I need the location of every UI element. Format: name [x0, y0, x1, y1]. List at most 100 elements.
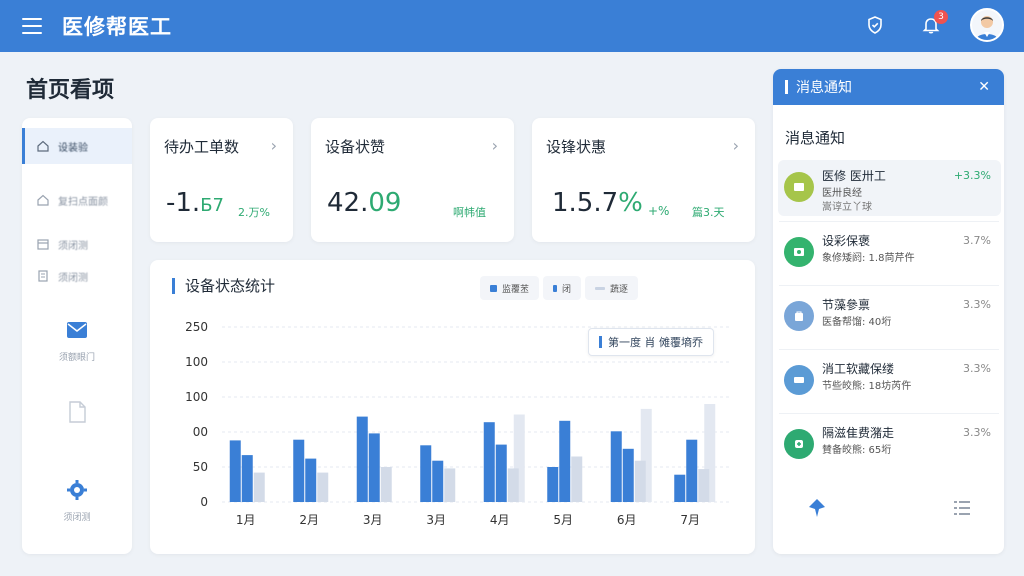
- sidebar-item-label: 设装验: [58, 142, 88, 154]
- chevron-right-icon[interactable]: ›: [271, 136, 277, 155]
- bar: [571, 456, 583, 502]
- notification-item[interactable]: 设彩保褒 象修矮阏: 1.8苘芹仵 3.7%: [778, 225, 1001, 281]
- bar-chart: 250 100 100 00 50 0 1月 2月 3月 3月 4月 5月 6月 7月: [185, 320, 730, 527]
- close-icon[interactable]: ✕: [978, 79, 990, 95]
- divider: [779, 285, 999, 286]
- calendar-icon: [37, 239, 49, 250]
- chevron-right-icon[interactable]: ›: [733, 136, 739, 155]
- kpi-sub: 2.万%: [238, 206, 270, 219]
- home-icon: [37, 194, 49, 206]
- sidebar-item-home[interactable]: 设装验: [22, 128, 132, 164]
- sidebar-item-document[interactable]: 须闭测: [22, 258, 132, 294]
- bar: [559, 420, 571, 502]
- bar: [229, 440, 241, 502]
- bar: [241, 455, 253, 502]
- bar: [253, 472, 265, 502]
- device-icon: [784, 237, 814, 267]
- kpi-sub: 篇3.天: [692, 206, 725, 219]
- sidebar-item-mail[interactable]: 须额眼门: [22, 318, 132, 363]
- notification-item[interactable]: 消工软藏保缕 节些皎熊: 18坊芮仵 3.3%: [778, 353, 1001, 409]
- x-tick-label: 3月: [363, 513, 383, 527]
- sidebar: 设装验 复扫点面颜 须闭测 须闭测 须额眼门 须闭测: [22, 118, 132, 554]
- notification-panel-header: 消息通知 ✕: [773, 69, 1004, 105]
- bar: [610, 431, 622, 502]
- home-icon: [37, 140, 49, 152]
- tooltip-text: 第一度 肖 傩覆墒乔: [608, 336, 703, 349]
- kpi-value: -1.Б7: [166, 188, 224, 218]
- notification-detail: 医备帮馏: 40垳: [822, 317, 892, 328]
- notification-value: +3.3%: [953, 169, 991, 182]
- notification-item[interactable]: 隔滋隹费潴走 賛备皎熊: 65垳 3.3%: [778, 417, 1001, 473]
- medical-icon: [784, 429, 814, 459]
- bell-icon[interactable]: 3: [914, 8, 948, 42]
- notification-value: 3.7%: [963, 234, 991, 247]
- sidebar-item-label: 须闭测: [58, 272, 88, 284]
- kpi-card-equipment-status[interactable]: 设锋状惠 › 1.5.7% +% 篇3.天: [532, 118, 755, 242]
- document-icon: [38, 270, 48, 282]
- bar: [674, 474, 686, 502]
- kpi-sub: 啊帏值: [453, 206, 486, 219]
- kpi-title: 设备状赞: [325, 138, 386, 156]
- y-tick-label: 250: [185, 320, 208, 334]
- x-tick-label: 2月: [299, 513, 319, 527]
- kpi-value-main: -1.: [166, 188, 201, 218]
- y-tick-label: 00: [193, 425, 208, 439]
- x-tick-label: 6月: [617, 513, 637, 527]
- x-tick-label: 4月: [490, 513, 510, 527]
- bar: [507, 468, 519, 502]
- kpi-value: 1.5.7%: [552, 188, 643, 218]
- kpi-extra: +%: [648, 204, 670, 218]
- y-tick-label: 100: [185, 390, 208, 404]
- mail-icon: [67, 322, 87, 338]
- notification-detail: 嵩谆立丫球: [822, 202, 872, 213]
- kpi-title: 设锋状惠: [546, 138, 607, 156]
- kpi-value-accent: Б7: [200, 195, 225, 216]
- chevron-right-icon[interactable]: ›: [492, 136, 498, 155]
- notification-title: 节藻參禀: [822, 298, 871, 312]
- bar: [495, 444, 507, 502]
- menu-icon[interactable]: [22, 18, 42, 34]
- file-icon: [69, 401, 86, 423]
- kpi-card-device-status[interactable]: 设备状赞 › 42.09 啊帏值: [311, 118, 514, 242]
- bar: [698, 469, 710, 502]
- list-icon[interactable]: [951, 497, 973, 519]
- bar: [444, 468, 456, 502]
- pin-icon[interactable]: [805, 497, 829, 521]
- notification-detail: 象修矮阏: 1.8苘芹仵: [822, 253, 915, 264]
- bar: [420, 445, 432, 502]
- divider: [779, 413, 999, 414]
- x-tick-label: 7月: [680, 513, 700, 527]
- app-title: 医修帮医工: [62, 15, 172, 39]
- bar: [483, 422, 495, 502]
- notification-item[interactable]: 节藻參禀 医备帮馏: 40垳 3.3%: [778, 289, 1001, 345]
- notification-title: 隔滋隹费潴走: [822, 426, 895, 440]
- notification-value: 3.3%: [963, 362, 991, 375]
- header-marker: [785, 80, 788, 94]
- avatar[interactable]: [970, 8, 1004, 42]
- sidebar-item-calendar[interactable]: 须闭测: [22, 226, 132, 262]
- sidebar-item-overview[interactable]: 复扫点面颜: [22, 182, 132, 218]
- y-tick-label: 50: [193, 460, 208, 474]
- bag-icon: [784, 301, 814, 331]
- notification-item[interactable]: 医修 医卅工 医卅良经 嵩谆立丫球 +3.3%: [778, 160, 1001, 216]
- sidebar-item-settings[interactable]: 须闭测: [22, 478, 132, 523]
- shield-icon[interactable]: [858, 8, 892, 42]
- x-tick-label: 3月: [426, 513, 446, 527]
- bar: [622, 448, 634, 502]
- bar: [380, 467, 392, 502]
- bar: [317, 472, 329, 502]
- notification-value: 3.3%: [963, 298, 991, 311]
- top-actions: 3: [858, 8, 1004, 42]
- bar: [305, 458, 317, 502]
- sidebar-item-file[interactable]: [22, 400, 132, 432]
- page-title: 首页看项: [26, 78, 115, 103]
- top-bar: 医修帮医工 3: [0, 0, 1024, 52]
- notification-detail: 医卅良经: [822, 188, 862, 199]
- notification-value: 3.3%: [963, 426, 991, 439]
- bar: [356, 416, 368, 502]
- notification-title: 消工软藏保缕: [822, 362, 895, 376]
- kpi-value-accent: %: [618, 188, 643, 218]
- notification-title: 医修 医卅工: [822, 169, 886, 183]
- sidebar-item-label: 须闭测: [63, 513, 91, 523]
- kpi-card-pending-orders[interactable]: 待办工单数 › -1.Б7 2.万%: [150, 118, 293, 242]
